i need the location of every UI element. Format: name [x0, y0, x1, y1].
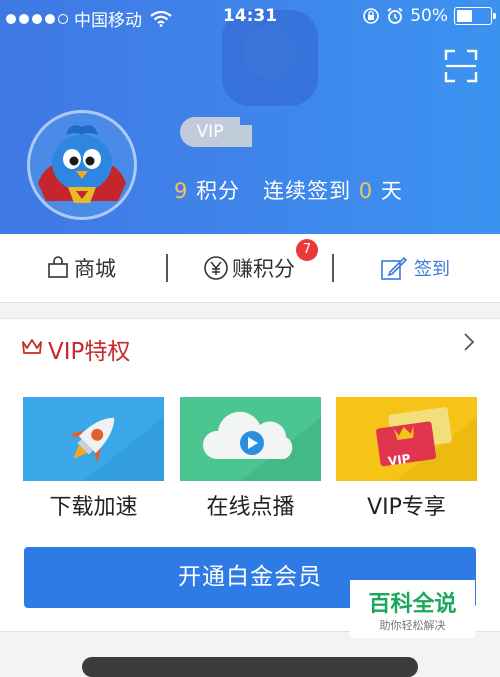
streak-value: 0 [358, 179, 374, 203]
bird-mascot-icon [38, 125, 126, 203]
tile-label: 下载加速 [49, 495, 138, 520]
battery-percent: 50% [410, 6, 448, 26]
divider [166, 254, 168, 282]
vip-ticket-icon [376, 407, 477, 481]
watermark-subtitle: 助你轻松解决 [379, 619, 446, 632]
header-decoration-circle [244, 26, 296, 78]
rotation-lock-icon [363, 8, 380, 24]
mall-button[interactable]: 商城 [46, 234, 116, 302]
points-summary: 9 积分 连续签到 0 天 [174, 175, 403, 205]
shopping-bag-icon [48, 256, 68, 278]
checkin-label: 签到 [414, 259, 450, 280]
cloud-play-icon [202, 411, 321, 481]
earn-points-button[interactable]: 赚积分 [203, 234, 295, 302]
points-label: 积分 [196, 179, 241, 203]
pen-edit-icon [381, 256, 408, 280]
mall-label: 商城 [74, 257, 116, 281]
streak-label: 连续签到 [263, 179, 352, 203]
scan-icon[interactable] [444, 49, 478, 83]
watermark: 百科全说 助你轻松解决 [350, 580, 475, 638]
yen-coin-icon [204, 256, 228, 280]
status-bar: 中国移动 14:31 50% [0, 0, 500, 32]
battery-icon [454, 7, 496, 25]
checkin-button[interactable]: 签到 [380, 234, 450, 302]
online-play-tile[interactable] [180, 397, 321, 481]
watermark-title: 百科全说 [368, 592, 457, 617]
crown-icon [22, 339, 42, 354]
divider [332, 254, 334, 282]
vip-level-label: VIP [196, 122, 224, 142]
streak-unit: 天 [380, 179, 403, 203]
download-speedup-tile[interactable] [23, 397, 164, 481]
tile-label: 在线点播 [206, 495, 295, 520]
avatar[interactable] [27, 110, 137, 220]
bottom-bar [82, 657, 418, 677]
earn-points-label: 赚积分 [232, 257, 295, 281]
points-value: 9 [174, 179, 189, 203]
notification-badge: 7 [296, 239, 318, 261]
chevron-right-icon[interactable] [462, 331, 476, 353]
rocket-icon [68, 417, 164, 481]
vip-exclusive-tile[interactable]: VIP [336, 397, 477, 481]
vip-section-title: VIP特权 [48, 339, 131, 365]
alarm-icon [387, 7, 403, 24]
tile-label: VIP专享 [367, 495, 446, 520]
